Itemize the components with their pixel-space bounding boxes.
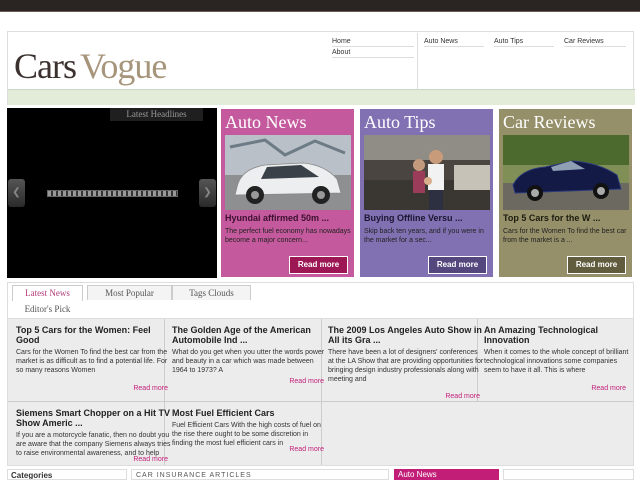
card-title[interactable]: Car Reviews [503, 112, 595, 132]
list-item: Siemens Smart Chopper on a Hit TV Show A… [16, 408, 172, 465]
read-more-button[interactable]: Read more [567, 256, 626, 274]
list-item: The Golden Age of the American Automobil… [172, 325, 328, 401]
logo-word-vogue: Vogue [80, 46, 167, 86]
card-headline[interactable]: Buying Offline Versu ... [364, 213, 463, 224]
primary-nav: Home About [332, 36, 414, 58]
card-title[interactable]: Auto Tips [364, 112, 436, 132]
list-item: An Amazing Technological Innovation When… [484, 325, 630, 401]
nav-auto-tips[interactable]: Auto Tips [494, 36, 554, 47]
tab-tags-clouds[interactable]: Tags Clouds [172, 285, 251, 300]
read-more-link[interactable]: Read more [289, 446, 324, 453]
read-more-button[interactable]: Read more [428, 256, 487, 274]
article-excerpt: Fuel Efficient Cars With the high costs … [172, 422, 321, 447]
card-description: The perfect fuel economy has nowadays be… [225, 228, 351, 244]
read-more-button[interactable]: Read more [289, 256, 348, 274]
tab-latest-news[interactable]: Latest News [12, 285, 83, 301]
article-excerpt: What do you get when you utter the words… [172, 349, 325, 374]
list-item: Top 5 Cars for the Women: Feel Good Cars… [16, 325, 172, 401]
nav-car-reviews[interactable]: Car Reviews [564, 36, 626, 47]
list-item: The 2009 Los Angeles Auto Show in All it… [328, 325, 484, 401]
read-more-link[interactable]: Read more [133, 385, 168, 392]
card-auto-news: Auto News Hyundai affirmed 50m ... The p… [220, 108, 355, 278]
card-headline[interactable]: Hyundai affirmed 50m ... [225, 213, 329, 224]
read-more-link[interactable]: Read more [133, 456, 168, 463]
article-excerpt: When it comes to the whole concept of br… [484, 349, 629, 374]
sidebar-box [503, 469, 634, 480]
card-auto-tips: Auto Tips Buying Offline Versu ... Skip … [359, 108, 494, 278]
page-wrapper: Cars Vogue Home About Auto News Auto Tips… [7, 31, 635, 480]
chevron-left-icon[interactable]: ❮ [8, 179, 25, 207]
site-header: Cars Vogue Home About Auto News Auto Tips… [7, 31, 635, 105]
articles-grid: Top 5 Cars for the Women: Feel Good Cars… [7, 318, 634, 466]
article-title[interactable]: The Golden Age of the American Automobil… [172, 325, 328, 345]
top-bar [0, 0, 640, 12]
article-title[interactable]: Siemens Smart Chopper on a Hit TV Show A… [16, 408, 172, 428]
read-more-link[interactable]: Read more [445, 393, 480, 400]
article-title[interactable]: The 2009 Los Angeles Auto Show in All it… [328, 325, 484, 345]
chevron-right-icon[interactable]: ❯ [199, 179, 216, 207]
article-title[interactable]: Top 5 Cars for the Women: Feel Good [16, 325, 172, 345]
auto-news-heading[interactable]: Auto News [394, 469, 499, 480]
loading-bar [47, 190, 178, 197]
header-strip [8, 89, 635, 105]
card-description: Cars for the Women To find the best car … [503, 228, 627, 244]
nav-auto-news[interactable]: Auto News [424, 36, 484, 47]
content-tabs: Latest News Most Popular Tags Clouds Edi… [7, 282, 634, 318]
card-title[interactable]: Auto News [225, 112, 307, 132]
car-photo-roadster[interactable] [503, 135, 629, 210]
card-headline[interactable]: Top 5 Cars for the W ... [503, 213, 600, 224]
categories-heading: Categories [7, 469, 127, 480]
article-title[interactable]: An Amazing Technological Innovation [484, 325, 630, 345]
grid-divider [8, 401, 633, 402]
read-more-link[interactable]: Read more [289, 378, 324, 385]
tab-most-popular[interactable]: Most Popular [87, 285, 172, 300]
article-excerpt: There have been a lot of designers' conf… [328, 349, 484, 383]
nav-about[interactable]: About [332, 47, 414, 58]
card-car-reviews: Car Reviews Top 5 Cars for the W ... Car… [498, 108, 633, 278]
list-item: Most Fuel Efficient Cars Fuel Efficient … [172, 408, 328, 465]
read-more-link[interactable]: Read more [591, 385, 626, 392]
car-photo-hatchback[interactable] [225, 135, 351, 210]
article-excerpt: If you are a motorcycle fanatic, then no… [16, 432, 171, 457]
card-description: Skip back ten years, and if you were in … [364, 228, 484, 244]
insurance-heading: CAR INSURANCE ARTICLES [131, 469, 389, 480]
nav-home[interactable]: Home [332, 36, 414, 47]
article-excerpt: Cars for the Women To find the best car … [16, 349, 168, 374]
latest-headlines-tab[interactable]: Latest Headlines [110, 108, 203, 121]
tab-editors-pick[interactable]: Editor's Pick [12, 302, 83, 317]
family-photo[interactable] [364, 135, 490, 210]
article-title[interactable]: Most Fuel Efficient Cars [172, 408, 328, 418]
logo-word-cars: Cars [14, 46, 77, 86]
headline-slider: Latest Headlines ❮ ❯ [7, 108, 217, 278]
nav-divider [417, 33, 418, 89]
site-logo[interactable]: Cars Vogue [14, 46, 167, 86]
